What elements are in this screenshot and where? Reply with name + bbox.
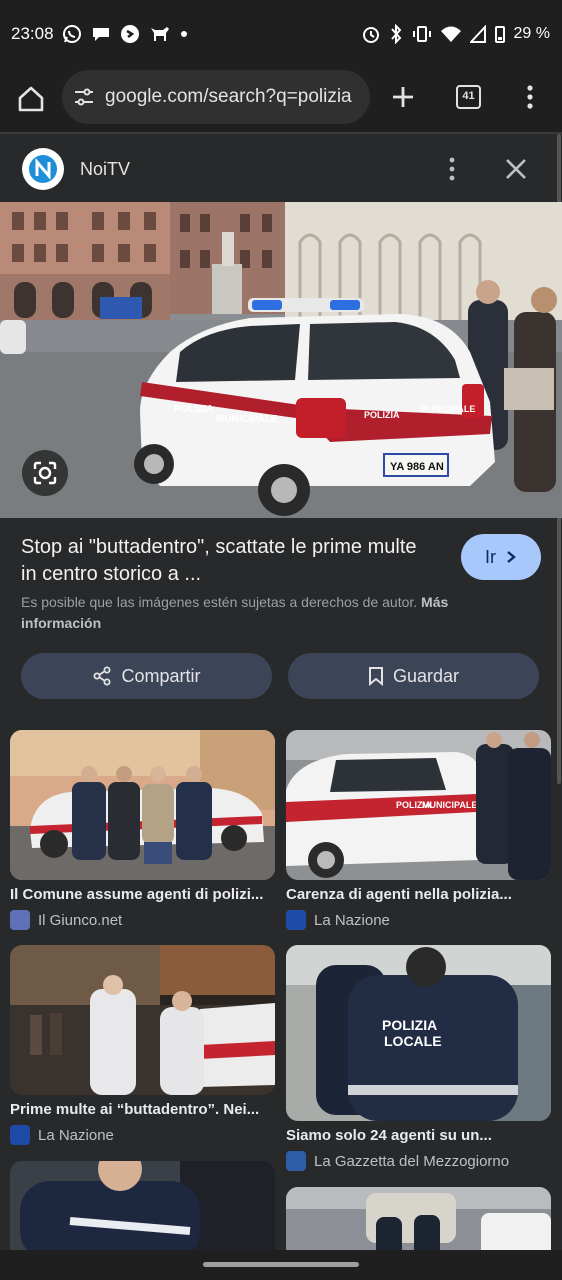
- close-icon[interactable]: [503, 156, 529, 182]
- visit-button-label: Ir: [484, 547, 496, 567]
- copyright-notice: Es posible que las imágenes estén sujeta…: [21, 592, 521, 634]
- status-bar: 23:08 29 %: [0, 0, 562, 68]
- related-result-card[interactable]: POLIZIA LOCALE Siamo solo 24 agenti su u…: [286, 945, 551, 1171]
- overflow-menu-icon[interactable]: [520, 82, 540, 112]
- battery-icon: [494, 26, 505, 43]
- night-patrol-photo: [10, 945, 275, 1095]
- related-result-card[interactable]: Il Comune assume agenti di polizi... Il …: [10, 730, 275, 930]
- dog-icon: [151, 27, 169, 41]
- giunco-favicon-icon: [10, 910, 30, 930]
- bluetooth-icon: [390, 24, 401, 44]
- related-image[interactable]: POLIZIA LOCALE: [286, 945, 551, 1121]
- status-time: 23:08: [11, 24, 54, 43]
- lens-icon: [33, 461, 57, 485]
- car-rear-text-municipale: MUNICIPALE: [420, 404, 475, 414]
- main-result-image[interactable]: POLIZIA MUNICIPALE POLIZIA MUNICIPALE YA…: [0, 202, 562, 518]
- officers-group-photo: [10, 730, 275, 880]
- lanazione-favicon-icon: [286, 910, 306, 930]
- related-image[interactable]: POLIZIA MUNICIPALE: [286, 730, 551, 880]
- related-image[interactable]: [286, 1187, 551, 1250]
- related-source-name: La Nazione: [38, 1126, 114, 1144]
- home-gesture-handle[interactable]: [203, 1262, 359, 1267]
- car-text-municipale: MUNICIPALE: [216, 414, 278, 425]
- related-source-name: Il Giunco.net: [38, 911, 123, 929]
- more-options-icon[interactable]: [442, 156, 462, 182]
- related-result-card[interactable]: [286, 1187, 551, 1250]
- chevron-right-icon: [507, 551, 516, 563]
- bookmark-icon: [368, 667, 383, 686]
- thumb-text-municipale: MUNICIPALE: [422, 800, 477, 810]
- system-icons: 29 %: [362, 24, 550, 44]
- new-tab-icon[interactable]: [388, 82, 418, 112]
- gesture-bar: [0, 1250, 562, 1280]
- shazam-icon: [121, 25, 139, 43]
- thumb-text-locale-back: LOCALE: [384, 1033, 442, 1049]
- battery-percent: 29 %: [513, 25, 550, 42]
- visit-button[interactable]: Ir: [461, 534, 541, 580]
- police-car-photo: POLIZIA MUNICIPALE POLIZIA MUNICIPALE YA…: [0, 202, 562, 518]
- noitv-logo: [22, 148, 64, 190]
- related-image[interactable]: [10, 945, 275, 1095]
- related-result-card[interactable]: [10, 1161, 275, 1250]
- police-car-side-photo: POLIZIA MUNICIPALE: [286, 730, 551, 880]
- notification-icons: [62, 24, 188, 44]
- related-result-card[interactable]: Prime multe ai “buttadentro”. Nei... La …: [10, 945, 275, 1145]
- car-rear-text-polizia: POLIZIA: [364, 410, 400, 420]
- tab-switcher-button[interactable]: 41: [456, 85, 481, 109]
- home-icon[interactable]: [16, 84, 46, 114]
- related-source[interactable]: La Gazzetta del Mezzogiorno: [286, 1151, 551, 1171]
- officer-car-photo: [10, 1161, 275, 1250]
- vibrate-icon: [412, 26, 431, 42]
- related-result-card[interactable]: POLIZIA MUNICIPALE Carenza di agenti nel…: [286, 730, 551, 930]
- related-source[interactable]: La Nazione: [10, 1125, 275, 1145]
- related-title[interactable]: Il Comune assume agenti di polizi...: [10, 886, 275, 904]
- related-image[interactable]: [10, 730, 275, 880]
- parking-patrol-photo: [286, 1187, 551, 1250]
- related-image[interactable]: [10, 1161, 275, 1250]
- browser-toolbar: google.com/search?q=polizia 41: [0, 68, 562, 132]
- save-label: Guardar: [392, 665, 460, 686]
- source-header: NoiTV: [0, 134, 562, 202]
- related-title[interactable]: Carenza di agenti nella polizia...: [286, 886, 551, 904]
- result-title[interactable]: Stop ai "buttadentro", scattate le prime…: [21, 534, 431, 588]
- lanazione-favicon-icon: [10, 1125, 30, 1145]
- dot-icon: [181, 31, 187, 37]
- gazzetta-favicon-icon: [286, 1151, 306, 1171]
- alarm-icon: [362, 27, 379, 43]
- wifi-icon: [440, 26, 461, 42]
- chat-icon: [93, 28, 109, 41]
- save-button[interactable]: Guardar: [288, 653, 539, 699]
- share-icon: [93, 666, 111, 686]
- polizia-locale-photo: POLIZIA LOCALE: [286, 945, 551, 1121]
- related-source[interactable]: Il Giunco.net: [10, 910, 275, 930]
- noitv-logo-icon: [29, 155, 57, 183]
- related-source-name: La Gazzetta del Mezzogiorno: [314, 1152, 510, 1170]
- car-text-polizia: POLIZIA: [174, 404, 213, 415]
- thumb-text-polizia-back: POLIZIA: [382, 1017, 437, 1033]
- related-source-name: La Nazione: [314, 911, 390, 929]
- share-label: Compartir: [121, 665, 201, 686]
- lens-search-button[interactable]: [22, 450, 68, 496]
- related-source[interactable]: La Nazione: [286, 910, 551, 930]
- image-result-sheet: NoiTV POLIZIA MUNICIPALE POLIZIA MUNICIP…: [0, 132, 562, 1250]
- address-bar[interactable]: google.com/search?q=polizia: [62, 70, 370, 124]
- source-name[interactable]: NoiTV: [80, 159, 130, 180]
- related-title[interactable]: Prime multe ai “buttadentro”. Nei...: [10, 1101, 275, 1119]
- site-settings-icon[interactable]: [72, 85, 96, 109]
- copyright-text: Es posible que las imágenes estén sujeta…: [21, 594, 418, 610]
- whatsapp-icon: [63, 25, 81, 43]
- url-text: google.com/search?q=polizia: [105, 86, 352, 107]
- related-title[interactable]: Siamo solo 24 agenti su un...: [286, 1127, 551, 1145]
- car-plate: YA 986 AN: [390, 461, 444, 473]
- signal-icon: [469, 25, 486, 43]
- share-button[interactable]: Compartir: [21, 653, 272, 699]
